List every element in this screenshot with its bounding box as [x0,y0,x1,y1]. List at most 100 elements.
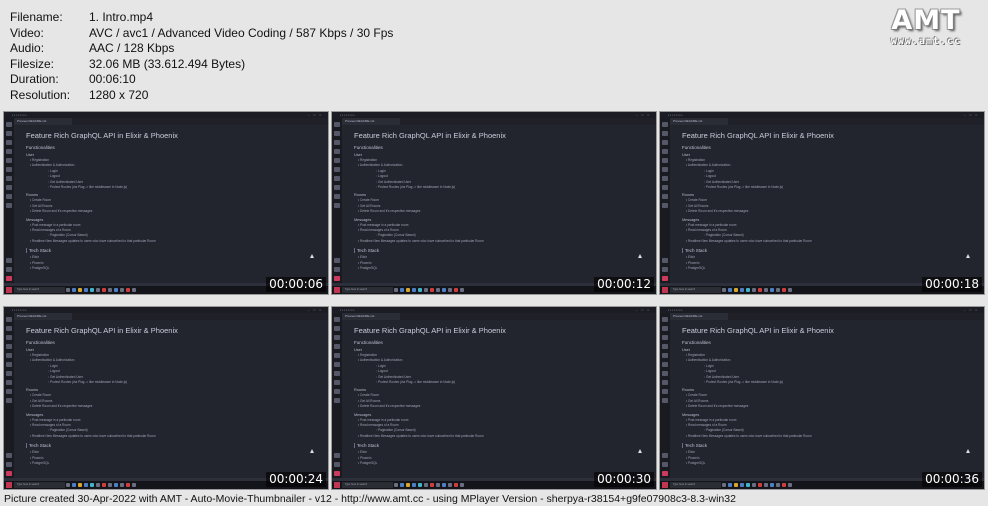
store-icon[interactable] [740,288,744,292]
app-icon[interactable] [454,288,458,292]
list-item: • PostgreSQL [30,461,50,466]
remote-icon [662,167,668,172]
app-icon[interactable] [126,288,130,292]
video-thumbnail-3[interactable]: ▪ ▪ ▪ ▪ ▪ ▪ ▪ ▪ –□× Preview README.md Fe… [660,112,984,294]
terminal-icon[interactable] [96,483,100,487]
app-icon[interactable] [108,483,112,487]
app-icon[interactable] [114,288,118,292]
tab-preview-readme[interactable]: Preview README.md [670,118,728,125]
terminal-icon[interactable] [424,483,428,487]
app-icon[interactable] [132,483,136,487]
app-icon[interactable] [776,483,780,487]
app-icon[interactable] [454,483,458,487]
app-icon[interactable] [758,483,762,487]
start-button-icon[interactable] [662,287,668,293]
taskbar-search[interactable]: Type here to search [342,482,393,488]
start-button-icon[interactable] [334,287,340,293]
app-icon[interactable] [764,483,768,487]
edge-icon[interactable] [72,483,76,487]
app-icon[interactable] [442,288,446,292]
vscode-icon[interactable] [418,483,422,487]
task-view-icon[interactable] [394,288,398,292]
edge-icon[interactable] [400,288,404,292]
app-icon[interactable] [788,483,792,487]
terminal-icon[interactable] [424,288,428,292]
terminal-icon[interactable] [96,288,100,292]
video-thumbnail-4[interactable]: ▪ ▪ ▪ ▪ ▪ ▪ ▪ ▪ –□× Preview README.md Fe… [4,307,328,489]
file-explorer-icon[interactable] [78,483,82,487]
store-icon[interactable] [84,483,88,487]
video-thumbnail-1[interactable]: ▪ ▪ ▪ ▪ ▪ ▪ ▪ ▪ –□× Preview README.md Fe… [4,112,328,294]
edge-icon[interactable] [72,288,76,292]
edge-icon[interactable] [728,288,732,292]
store-icon[interactable] [740,483,744,487]
app-icon[interactable] [126,483,130,487]
taskbar-search[interactable]: Type here to search [14,287,65,293]
taskbar-search[interactable]: Type here to search [14,482,65,488]
video-thumbnail-5[interactable]: ▪ ▪ ▪ ▪ ▪ ▪ ▪ ▪ –□× Preview README.md Fe… [332,307,656,489]
app-icon[interactable] [120,288,124,292]
app-icon[interactable] [448,288,452,292]
app-icon[interactable] [102,288,106,292]
vscode-icon[interactable] [90,483,94,487]
vscode-icon[interactable] [746,483,750,487]
tab-preview-readme[interactable]: Preview README.md [342,313,400,320]
edge-icon[interactable] [400,483,404,487]
file-explorer-icon[interactable] [406,483,410,487]
app-icon[interactable] [108,288,112,292]
app-icon[interactable] [782,483,786,487]
app-icon[interactable] [788,288,792,292]
task-view-icon[interactable] [66,483,70,487]
app-icon[interactable] [114,483,118,487]
store-icon[interactable] [412,288,416,292]
app-icon[interactable] [430,483,434,487]
app-icon[interactable] [430,288,434,292]
start-button-icon[interactable] [6,482,12,488]
start-button-icon[interactable] [334,482,340,488]
app-icon[interactable] [776,288,780,292]
store-icon[interactable] [84,288,88,292]
task-view-icon[interactable] [722,483,726,487]
app-icon[interactable] [758,288,762,292]
tab-preview-readme[interactable]: Preview README.md [342,118,400,125]
vscode-icon[interactable] [418,288,422,292]
video-thumbnail-6[interactable]: ▪ ▪ ▪ ▪ ▪ ▪ ▪ ▪ –□× Preview README.md Fe… [660,307,984,489]
edge-icon[interactable] [728,483,732,487]
file-explorer-icon[interactable] [406,288,410,292]
terminal-icon[interactable] [752,288,756,292]
app-icon[interactable] [442,483,446,487]
window-controls: –□× [307,113,325,117]
taskbar-search[interactable]: Type here to search [670,482,721,488]
app-icon[interactable] [120,483,124,487]
app-icon[interactable] [436,288,440,292]
store-icon[interactable] [412,483,416,487]
file-explorer-icon[interactable] [78,288,82,292]
task-view-icon[interactable] [722,288,726,292]
start-button-icon[interactable] [662,482,668,488]
vscode-icon[interactable] [90,288,94,292]
vscode-icon[interactable] [746,288,750,292]
app-icon[interactable] [782,288,786,292]
taskbar-search[interactable]: Type here to search [670,287,721,293]
file-explorer-icon[interactable] [734,288,738,292]
app-icon[interactable] [764,288,768,292]
file-explorer-icon[interactable] [734,483,738,487]
app-icon[interactable] [448,483,452,487]
database-icon [334,398,340,403]
start-button-icon[interactable] [6,287,12,293]
app-icon[interactable] [770,483,774,487]
app-icon[interactable] [132,288,136,292]
terminal-icon[interactable] [752,483,756,487]
app-icon[interactable] [460,483,464,487]
app-icon[interactable] [102,483,106,487]
tab-preview-readme[interactable]: Preview README.md [14,313,72,320]
task-view-icon[interactable] [66,288,70,292]
task-view-icon[interactable] [394,483,398,487]
app-icon[interactable] [770,288,774,292]
app-icon[interactable] [436,483,440,487]
app-icon[interactable] [460,288,464,292]
video-thumbnail-2[interactable]: ▪ ▪ ▪ ▪ ▪ ▪ ▪ ▪ –□× Preview README.md Fe… [332,112,656,294]
tab-preview-readme[interactable]: Preview README.md [670,313,728,320]
tab-preview-readme[interactable]: Preview README.md [14,118,72,125]
taskbar-search[interactable]: Type here to search [342,287,393,293]
